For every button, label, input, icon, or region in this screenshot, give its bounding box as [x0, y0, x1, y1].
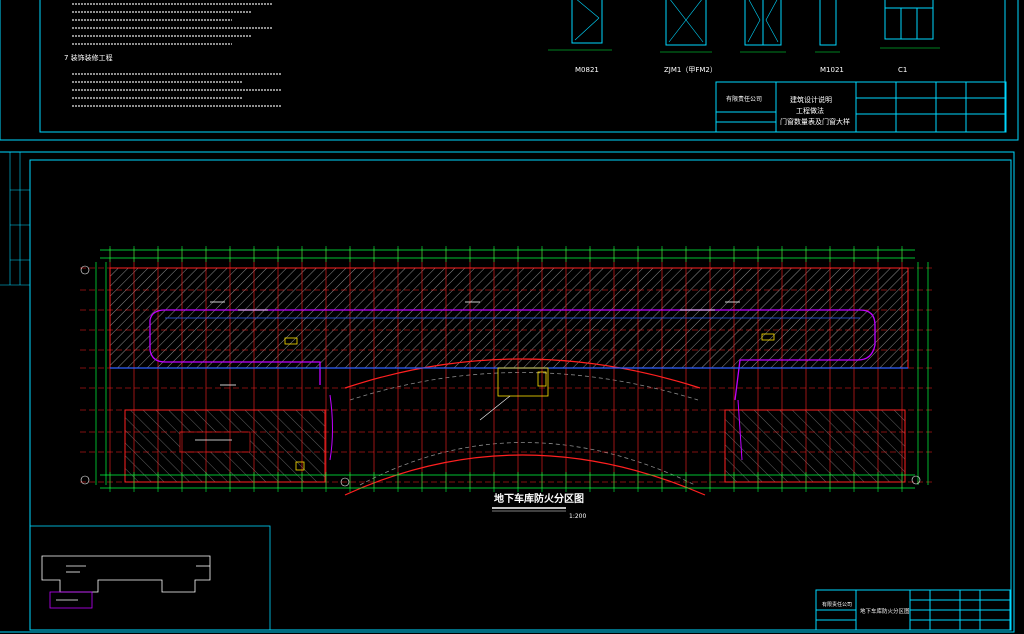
drawing-scale: 1:200: [569, 513, 586, 520]
top-drawing-sheet: 7 装饰装修工程 M0821 ZJM1（甲FM2） M1021 C1 有限责任公…: [0, 0, 1019, 141]
door-label-2: ZJM1（甲FM2）: [664, 66, 717, 74]
key-plan: [29, 525, 271, 631]
bottom-company-name: 有限责任公司: [822, 601, 852, 608]
door-window-elevations: M0821 ZJM1（甲FM2） M1021 C1: [548, 0, 940, 74]
floor-plan: [80, 246, 935, 496]
drawing-title-text: 地下车库防火分区图: [494, 492, 584, 505]
window-label-1: C1: [898, 66, 907, 74]
title-block-top: 有限责任公司 建筑设计说明 工程做法 门窗数量表及门窗大样: [715, 81, 1007, 133]
top-title-line1: 建筑设计说明: [790, 95, 832, 104]
main-drawing-sheet: 地下车库防火分区图 1:200 有限责任公司 地下车库防火分区图: [0, 151, 1015, 633]
top-title-line2: 工程做法: [796, 106, 824, 115]
drawing-title: 地下车库防火分区图 1:200: [492, 492, 586, 520]
notes-section-heading: 7 装饰装修工程: [64, 53, 113, 62]
bottom-drawing-title: 地下车库防火分区图: [860, 607, 910, 615]
title-block-bottom: 有限责任公司 地下车库防火分区图: [815, 589, 1011, 631]
binding-strip: [0, 152, 30, 286]
cad-drawing-canvas: 7 装饰装修工程 M0821 ZJM1（甲FM2） M1021 C1 有限责任公…: [0, 0, 1019, 633]
top-company-name: 有限责任公司: [726, 95, 762, 103]
top-title-line3: 门窗数量表及门窗大样: [780, 117, 850, 126]
top-notes-block: 7 装饰装修工程: [64, 3, 282, 107]
door-label-3: M1021: [820, 66, 844, 74]
door-label-1: M0821: [575, 66, 599, 74]
